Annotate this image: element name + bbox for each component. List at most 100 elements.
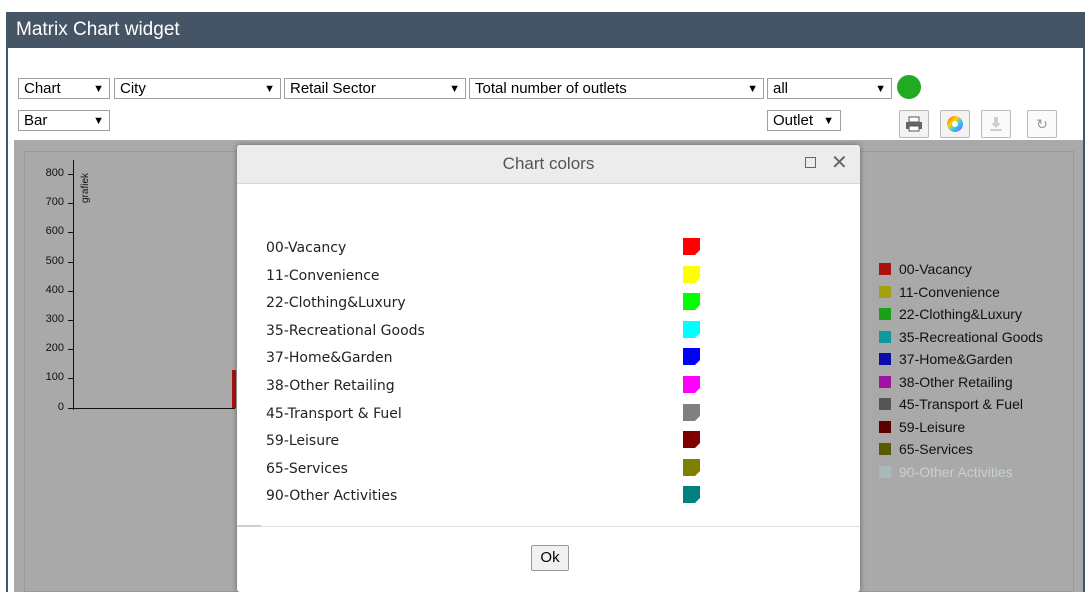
color-row-label: 38-Other Retailing (266, 378, 395, 394)
color-row: 00-Vacancy (266, 237, 826, 265)
chart-select[interactable]: Chart ▼ (18, 78, 110, 99)
chevron-down-icon: ▼ (875, 83, 886, 95)
swatch-corner (695, 360, 700, 366)
color-row: 90-Other Activities (266, 485, 826, 513)
legend-label: 11-Convenience (899, 283, 1000, 300)
filter-select-value: all (773, 80, 789, 97)
widget-title: Matrix Chart widget (6, 12, 1085, 48)
legend-item[interactable]: 22-Clothing&Luxury (879, 303, 1043, 326)
dialog-scroll-indicator (237, 525, 261, 527)
legend-label: 45-Transport & Fuel (899, 396, 1023, 413)
legend-swatch (879, 375, 891, 388)
swatch-corner (695, 498, 700, 504)
legend-item[interactable]: 37-Home&Garden (879, 348, 1043, 371)
print-icon (906, 116, 922, 132)
color-swatch-picker[interactable] (683, 320, 700, 338)
swatch-corner (695, 470, 700, 476)
unit-select[interactable]: Outlet ▼ (767, 110, 841, 131)
legend-item[interactable]: 11-Convenience (879, 281, 1043, 304)
color-swatch-picker[interactable] (683, 376, 700, 393)
y-tick-label: 100 (45, 371, 64, 384)
chart-type-select[interactable]: Bar ▼ (18, 110, 110, 131)
widget-frame: Matrix Chart widget Chart ▼ City ▼ Retail … (0, 0, 1091, 592)
legend-swatch (879, 263, 891, 276)
color-row: 22-Clothing&Luxury (266, 292, 826, 320)
close-icon[interactable]: ✕ (831, 149, 848, 177)
legend-swatch (879, 420, 891, 433)
color-row-label: 11-Convenience (266, 267, 380, 284)
chevron-down-icon: ▼ (747, 83, 758, 95)
color-row-label: 37-Home&Garden (266, 350, 393, 367)
y-tick-label: 400 (45, 283, 64, 296)
color-row-label: 00-Vacancy (266, 240, 347, 256)
color-row: 35-Recreational Goods (266, 320, 826, 348)
color-swatch-picker[interactable] (683, 238, 700, 255)
sector-select[interactable]: Retail Sector ▼ (284, 78, 466, 99)
refresh-button[interactable]: ↻ (1027, 110, 1057, 138)
legend-item[interactable]: 65-Services (879, 438, 1043, 461)
chevron-down-icon: ▼ (449, 83, 460, 95)
legend-item[interactable]: 35-Recreational Goods (879, 326, 1043, 349)
maximize-icon[interactable] (805, 157, 816, 168)
legend-swatch (879, 353, 891, 366)
y-tick-label: 0 (57, 400, 64, 413)
color-row: 59-Leisure (266, 430, 826, 458)
filter-select[interactable]: all ▼ (767, 78, 892, 99)
chevron-down-icon: ▼ (823, 115, 834, 127)
legend-swatch (879, 443, 891, 456)
legend-label: 22-Clothing&Luxury (899, 306, 1022, 323)
measure-select[interactable]: Total number of outlets ▼ (469, 78, 764, 99)
legend-item[interactable]: 59-Leisure (879, 416, 1043, 439)
legend-item[interactable]: 45-Transport & Fuel (879, 393, 1043, 416)
legend-item[interactable]: 90-Other Activities (879, 461, 1043, 484)
color-row: 11-Convenience (266, 265, 826, 293)
y-axis (73, 160, 74, 410)
color-swatch-picker[interactable] (683, 403, 700, 421)
print-button[interactable] (899, 110, 929, 138)
download-button[interactable] (981, 110, 1011, 138)
color-row-label: 90-Other Activities (266, 488, 398, 505)
swatch-corner (695, 305, 700, 311)
legend-swatch (879, 398, 891, 411)
legend-label: 65-Services (899, 441, 973, 458)
dialog-title: Chart colors (502, 154, 595, 173)
color-swatch-picker[interactable] (683, 348, 700, 366)
y-tick-label: 700 (45, 196, 64, 209)
color-button[interactable] (940, 110, 970, 138)
refresh-icon: ↻ (1036, 115, 1048, 132)
color-row: 65-Services (266, 458, 826, 486)
sector-select-value: Retail Sector (290, 80, 376, 97)
color-swatch-picker[interactable] (683, 265, 700, 283)
legend-swatch (879, 308, 891, 321)
right-border (1083, 48, 1085, 592)
chevron-down-icon: ▼ (93, 115, 104, 127)
y-tick-label: 600 (45, 225, 64, 238)
color-row: 38-Other Retailing (266, 375, 826, 403)
x-axis (73, 408, 235, 409)
color-swatch-picker[interactable] (683, 293, 700, 311)
color-swatch-picker[interactable] (683, 486, 700, 504)
y-tick-label: 200 (45, 342, 64, 355)
color-row: 45-Transport & Fuel (266, 403, 826, 431)
legend-label: 38-Other Retailing (899, 373, 1013, 390)
chart-legend: 00-Vacancy 11-Convenience 22-Clothing&Luxu… (879, 258, 1043, 483)
legend-item[interactable]: 38-Other Retailing (879, 371, 1043, 394)
color-row: 37-Home&Garden (266, 347, 826, 375)
legend-label: 35-Recreational Goods (899, 328, 1043, 345)
legend-swatch (879, 330, 891, 343)
ok-button[interactable]: Ok (531, 545, 569, 571)
swatch-corner (695, 415, 700, 421)
city-select[interactable]: City ▼ (114, 78, 281, 99)
legend-item[interactable]: 00-Vacancy (879, 258, 1043, 281)
chevron-down-icon: ▼ (264, 83, 275, 95)
legend-label: 90-Other Activities (899, 463, 1013, 480)
color-wheel-icon (947, 116, 963, 132)
chart-select-value: Chart (24, 80, 61, 97)
color-swatch-picker[interactable] (683, 431, 700, 449)
color-row-label: 59-Leisure (266, 433, 340, 450)
color-row-label: 22-Clothing&Luxury (266, 295, 406, 312)
y-tick-label: 800 (45, 167, 64, 179)
legend-swatch (879, 465, 891, 478)
color-swatch-picker[interactable] (683, 458, 700, 476)
legend-label: 00-Vacancy (899, 261, 972, 278)
